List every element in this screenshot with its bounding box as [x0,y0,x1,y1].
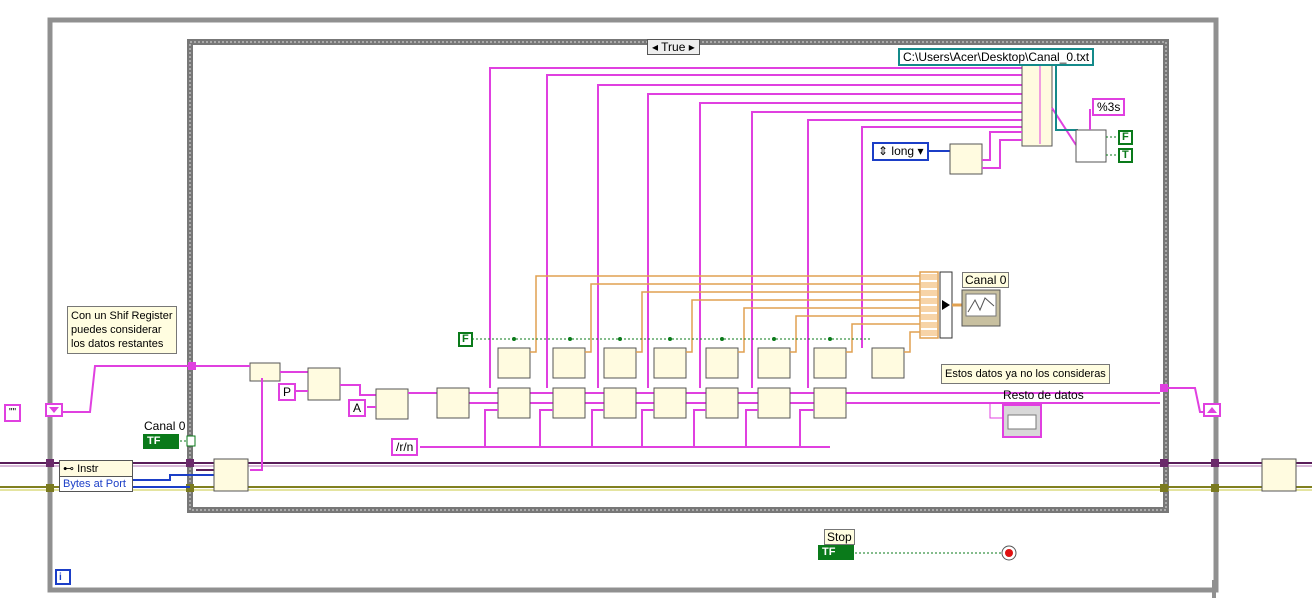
tunnel-shift-out [1160,384,1168,392]
label-stop: Stop [824,529,855,545]
wire-shift-register-in [60,365,190,413]
comment-line-1: Con un Shif Register [71,310,173,322]
comment-line-2: puedes considerar [71,324,162,336]
iteration-label: i [59,572,62,583]
tunnel-case-right-visa [1160,459,1168,467]
file-path-text: C:\Users\Acer\Desktop\Canal_0.txt [903,50,1090,64]
false-constant-2[interactable]: F [458,332,473,347]
tunnel-right-visa [1211,459,1219,467]
tunnel-case-left-visa [186,459,194,467]
block-diagram [0,17,1312,598]
comment-shift-register: Con un Shif Register puedes considerar l… [67,306,177,354]
label-canal0-graph: Canal 0 [962,272,1010,288]
build-string-array [1021,63,1053,147]
tunnel-left-visa [46,459,54,467]
tunnel-left-error [46,484,54,492]
visa-close-node [1261,458,1297,492]
match-pattern-node [307,367,341,401]
number-to-string-node [949,143,983,175]
tunnel-shift [188,362,196,370]
case-prev-icon[interactable]: ◂ [652,40,658,54]
enum-constant[interactable]: ⇕ long ▾ [872,142,930,161]
concatenate-node [249,362,281,382]
file-path-constant[interactable]: C:\Users\Acer\Desktop\Canal_0.txt [898,48,1095,66]
property-key-icon: ⊷ [63,463,74,475]
true-constant[interactable]: T [1118,148,1133,163]
false-constant-1[interactable]: F [1118,130,1133,145]
label-resto-de-datos: Resto de datos [1003,388,1084,402]
match-pattern-node-2 [375,388,409,420]
label-canal0-bool: Canal 0 [144,419,186,433]
property-node-title: Instr [77,463,99,475]
case-selector[interactable]: ◂ True ▸ [647,39,700,55]
tunnel-right-error [1211,484,1219,492]
case-selector-value: True [661,40,686,54]
const-rn[interactable]: /r/n [391,438,419,456]
format-string-constant[interactable]: %3s [1092,98,1126,116]
format-string-text: %3s [1097,100,1121,114]
canal0-bool-terminal[interactable]: TF [143,434,179,449]
const-empty-string[interactable]: "" [4,404,22,422]
enum-constant-value: long [891,144,915,158]
write-spreadsheet-node [1075,129,1107,163]
comment-line-3: los datos restantes [71,338,164,350]
dbl-build-array [919,271,939,339]
property-node-title-row: ⊷ Instr [60,461,132,477]
case-next-icon[interactable]: ▸ [689,40,695,54]
enum-dropdown-icon[interactable]: ▾ [917,144,923,158]
case-selector-terminal [186,435,196,447]
tunnel-case-right-error [1160,484,1168,492]
comment-discard: Estos datos ya no los consideras [941,364,1110,384]
stop-bool-terminal[interactable]: TF [818,545,854,560]
enum-constant-arrows-icon: ⇕ [878,144,889,158]
comment-discard-text: Estos datos ya no los consideras [945,368,1106,380]
property-bytes-at-port[interactable]: Bytes at Port [60,477,132,491]
visa-read-node [213,458,249,492]
const-a[interactable]: A [348,399,367,417]
const-p[interactable]: P [278,383,297,401]
property-node[interactable]: ⊷ Instr Bytes at Port [59,460,133,492]
